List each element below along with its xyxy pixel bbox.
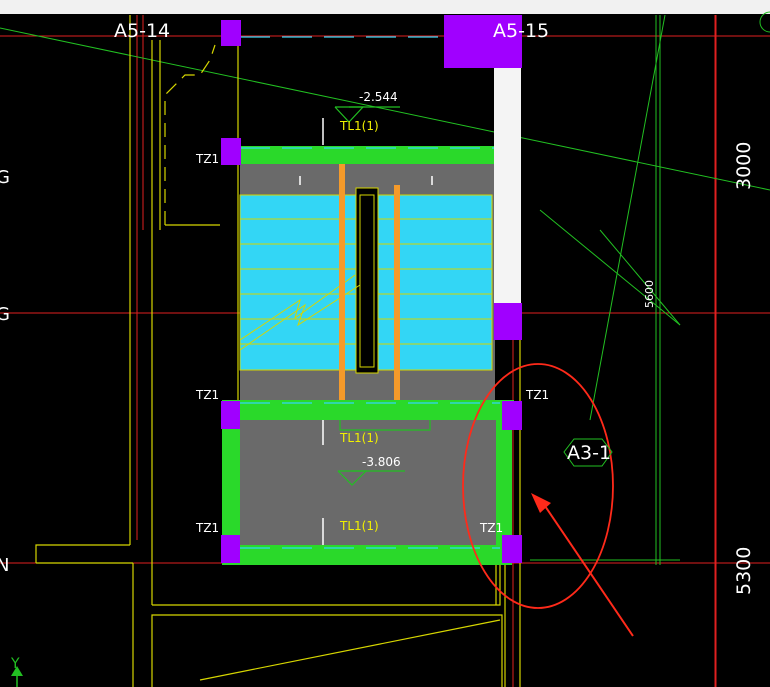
dimension-5600: 5600: [643, 280, 656, 308]
leader-line-a3-1: [589, 14, 666, 421]
column-tag-tz1-d: TZ1: [195, 521, 219, 535]
column-tag-tz1-e: TZ1: [479, 521, 503, 535]
stair-well: [355, 187, 379, 374]
grid-bubble-partial: [759, 11, 770, 33]
column-tag-tz1-a: TZ1: [195, 152, 219, 166]
column-tag-tz1-b: TZ1: [195, 388, 219, 402]
beam-tag-tl1-a: TL1(1): [339, 119, 379, 133]
cad-viewport[interactable]: A5-14 A5-15 A3-1 G G N 3000 5300 5600 -2…: [0, 0, 770, 687]
wall-panel-white: [494, 68, 521, 303]
column-tz1-e: [502, 535, 522, 563]
grid-label-a5-15: A5-15: [493, 20, 549, 42]
elevation-bottom: -3.806: [362, 455, 401, 469]
column-tz1-b: [221, 401, 240, 429]
dimension-3000: 3000: [733, 142, 755, 190]
column-tz1-a: [221, 138, 241, 165]
ucs-y-label: Y: [10, 656, 20, 672]
grid-label-a5-14: A5-14: [114, 20, 170, 42]
highlight-arrow: [544, 505, 634, 637]
elevation-top: -2.544: [359, 90, 398, 104]
column-top-left: [221, 20, 241, 46]
grid-label-g-mid: G: [0, 304, 10, 325]
dimension-5300: 5300: [733, 547, 755, 595]
tick-line-1: [539, 209, 681, 326]
grid-label-a3-1: A3-1: [567, 442, 611, 464]
tick-line-2: [599, 229, 681, 326]
column-tz1-d: [221, 535, 240, 563]
beam-tag-tl1-c: TL1(1): [339, 519, 379, 533]
grid-label-g-top: G: [0, 167, 10, 188]
column-mid-right: [494, 303, 522, 340]
beam-tag-tl1-b: TL1(1): [339, 431, 379, 445]
column-tag-tz1-c: TZ1: [525, 388, 549, 402]
column-tz1-c: [502, 401, 522, 430]
grid-label-n: N: [0, 555, 9, 576]
cad-drawing[interactable]: A5-14 A5-15 A3-1 G G N 3000 5300 5600 -2…: [0, 0, 770, 687]
